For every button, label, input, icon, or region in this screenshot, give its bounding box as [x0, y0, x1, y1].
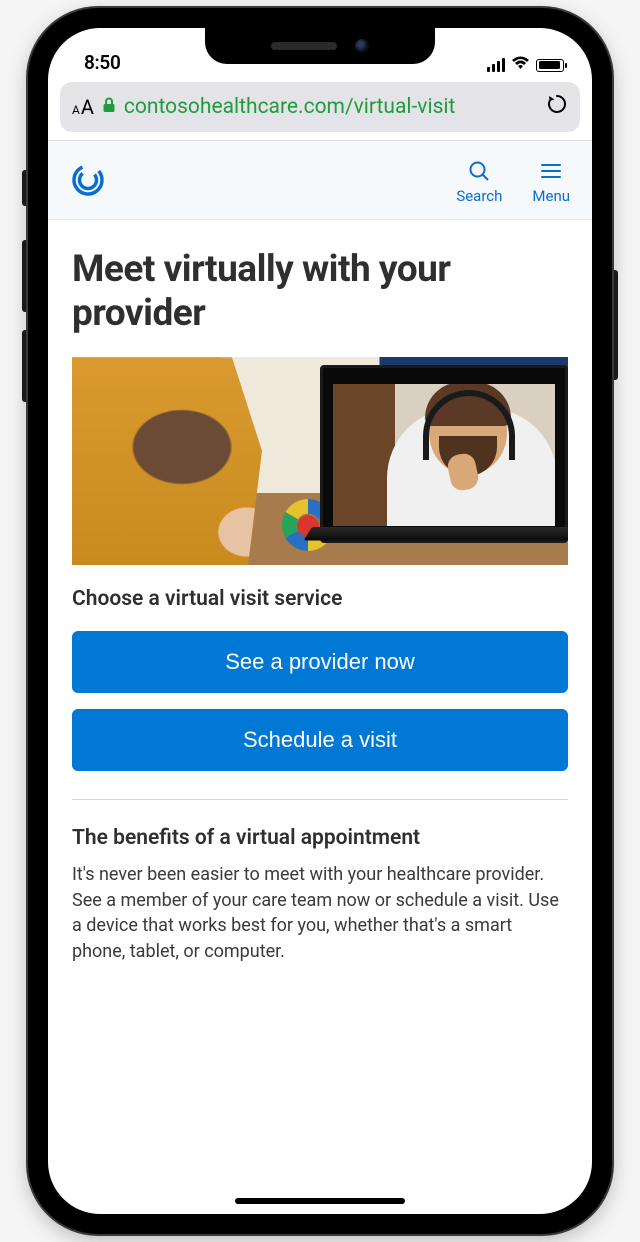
menu-label: Menu	[532, 187, 570, 205]
url-text: contosohealthcare.com/virtual-visit	[124, 95, 538, 119]
section-divider	[72, 799, 568, 800]
browser-address-bar[interactable]: AA contosohealthcare.com/virtual-visit	[60, 82, 580, 132]
lock-icon	[102, 97, 116, 117]
phone-power-button	[612, 270, 618, 380]
benefits-body: It's never been easier to meet with your…	[72, 862, 568, 964]
status-time: 8:50	[84, 51, 121, 74]
home-indicator[interactable]	[235, 1198, 405, 1204]
app-header: Search Menu	[48, 140, 592, 220]
phone-notch	[205, 28, 435, 64]
page-content: Meet virtually with your provider	[48, 220, 592, 1214]
phone-screen: 8:50 AA	[48, 28, 592, 1214]
page-title: Meet virtually with your provider	[72, 248, 568, 335]
search-icon	[467, 159, 491, 183]
see-provider-now-button[interactable]: See a provider now	[72, 631, 568, 693]
battery-icon	[536, 59, 564, 72]
cellular-signal-icon	[487, 58, 506, 72]
brand-logo[interactable]	[70, 162, 106, 202]
hero-image	[72, 357, 568, 565]
menu-button[interactable]: Menu	[532, 159, 570, 205]
search-label: Search	[456, 187, 502, 205]
reload-icon[interactable]	[546, 93, 568, 121]
hamburger-icon	[539, 159, 563, 183]
wifi-icon	[511, 56, 530, 74]
search-button[interactable]: Search	[456, 159, 502, 205]
choose-service-heading: Choose a virtual visit service	[72, 587, 568, 611]
schedule-visit-button[interactable]: Schedule a visit	[72, 709, 568, 771]
phone-frame: 8:50 AA	[28, 8, 612, 1234]
text-size-button[interactable]: AA	[72, 95, 94, 119]
benefits-heading: The benefits of a virtual appointment	[72, 826, 568, 850]
